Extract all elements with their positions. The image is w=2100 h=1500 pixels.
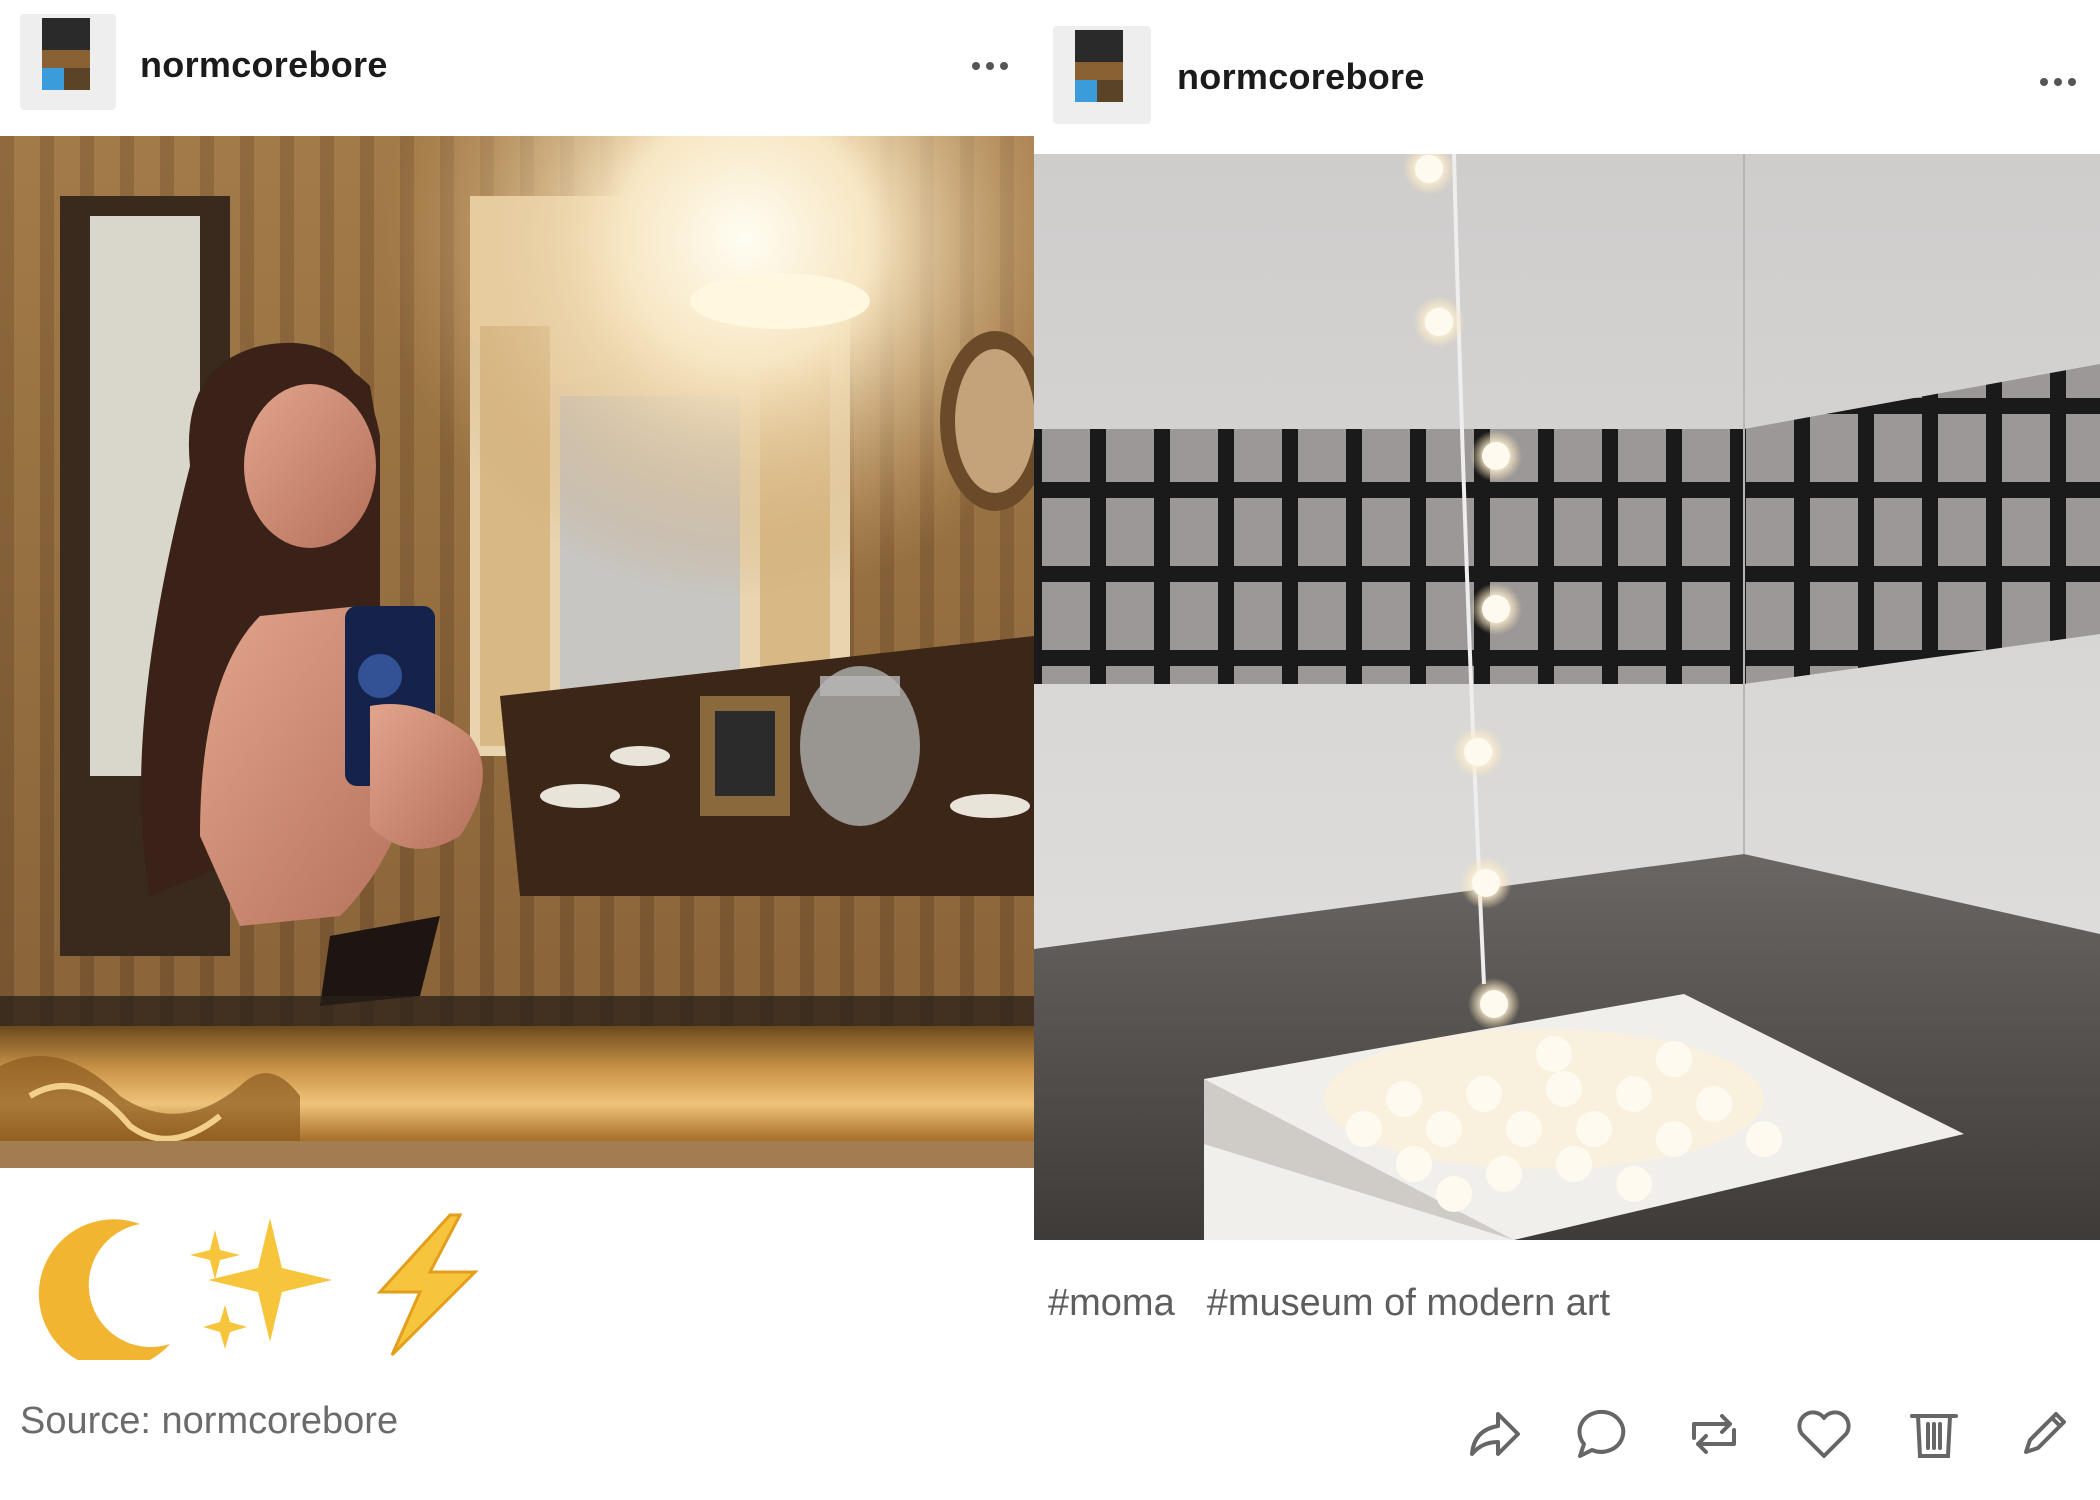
avatar[interactable] [1053, 26, 1151, 124]
more-options-icon[interactable] [972, 62, 1008, 70]
username[interactable]: normcorebore [140, 44, 388, 86]
lightning-bolt-icon [376, 1213, 479, 1357]
source-label: Source: [20, 1400, 151, 1442]
caption-emojis [20, 1210, 520, 1370]
post-actions [1464, 1404, 2074, 1464]
post-photo[interactable] [0, 136, 1034, 1168]
mirror-selfie-image [0, 136, 1034, 1168]
sparkles-icon [190, 1218, 332, 1349]
tag-list: #moma #museum of modern art [1048, 1282, 1610, 1325]
post-header: normcorebore [1034, 24, 2100, 128]
avatar[interactable] [20, 14, 116, 110]
crescent-moon-icon [38, 1219, 171, 1370]
source-link[interactable]: normcorebore [162, 1400, 399, 1442]
gallery-installation-image [1034, 154, 2100, 1240]
like-icon[interactable] [1794, 1404, 1854, 1464]
more-options-icon[interactable] [2040, 78, 2076, 86]
reblog-icon[interactable] [1684, 1404, 1744, 1464]
tag-item[interactable]: #moma [1048, 1282, 1175, 1325]
source-attribution: Source: normcorebore [20, 1400, 398, 1443]
post-header: normcorebore [0, 14, 1034, 114]
reply-icon[interactable] [1574, 1404, 1634, 1464]
tag-item[interactable]: #museum of modern art [1207, 1282, 1610, 1325]
post-photo[interactable] [1034, 154, 2100, 1240]
share-icon[interactable] [1464, 1404, 1524, 1464]
delete-icon[interactable] [1904, 1404, 1964, 1464]
post-left: normcorebore Source: normcorebore [0, 0, 1034, 1500]
username[interactable]: normcorebore [1177, 56, 1425, 98]
edit-icon[interactable] [2014, 1404, 2074, 1464]
post-right: normcorebore #moma #museum of modern art [1034, 0, 2100, 1500]
